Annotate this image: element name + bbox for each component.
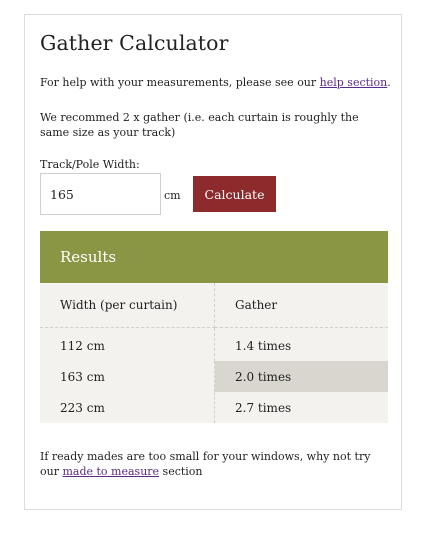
results-panel: Results Width (per curtain) Gather 112 c… (40, 231, 388, 423)
width-cell: 163 cm (40, 361, 215, 392)
unit-label: cm (164, 189, 181, 202)
made-to-measure-link[interactable]: made to measure (62, 465, 159, 478)
gather-cell-highlighted: 2.0 times (214, 361, 388, 392)
col-width-header: Width (per curtain) (40, 283, 215, 328)
results-header: Results (40, 231, 388, 283)
gather-calculator-card: Gather Calculator For help with your mea… (24, 14, 402, 510)
table-row: 223 cm 2.7 times (40, 392, 388, 423)
help-text-prefix: For help with your measurements, please … (40, 76, 320, 89)
results-table: Width (per curtain) Gather 112 cm 1.4 ti… (40, 283, 388, 423)
footer-text: If ready mades are too small for your wi… (40, 449, 390, 479)
results-header-row: Width (per curtain) Gather (40, 283, 388, 328)
help-section-link[interactable]: help section (320, 76, 388, 89)
width-input[interactable] (41, 174, 160, 214)
col-gather-header: Gather (214, 283, 388, 328)
gather-recommendation: We recommed 2 x gather (i.e. each curtai… (40, 111, 359, 139)
help-text-suffix: . (387, 76, 391, 89)
gather-cell: 2.7 times (235, 400, 292, 415)
table-row: 163 cm 2.0 times (40, 361, 388, 392)
width-input-box (40, 173, 161, 215)
width-label: Track/Pole Width: (40, 158, 140, 171)
help-text: For help with your measurements, please … (40, 75, 391, 90)
width-cell: 112 cm (40, 327, 215, 361)
width-cell: 223 cm (40, 392, 215, 423)
table-row: 112 cm 1.4 times (40, 327, 388, 361)
footer-text-suffix: section (159, 465, 203, 478)
calculate-button[interactable]: Calculate (193, 176, 276, 212)
gather-cell: 1.4 times (235, 338, 292, 353)
page-title: Gather Calculator (40, 31, 229, 55)
